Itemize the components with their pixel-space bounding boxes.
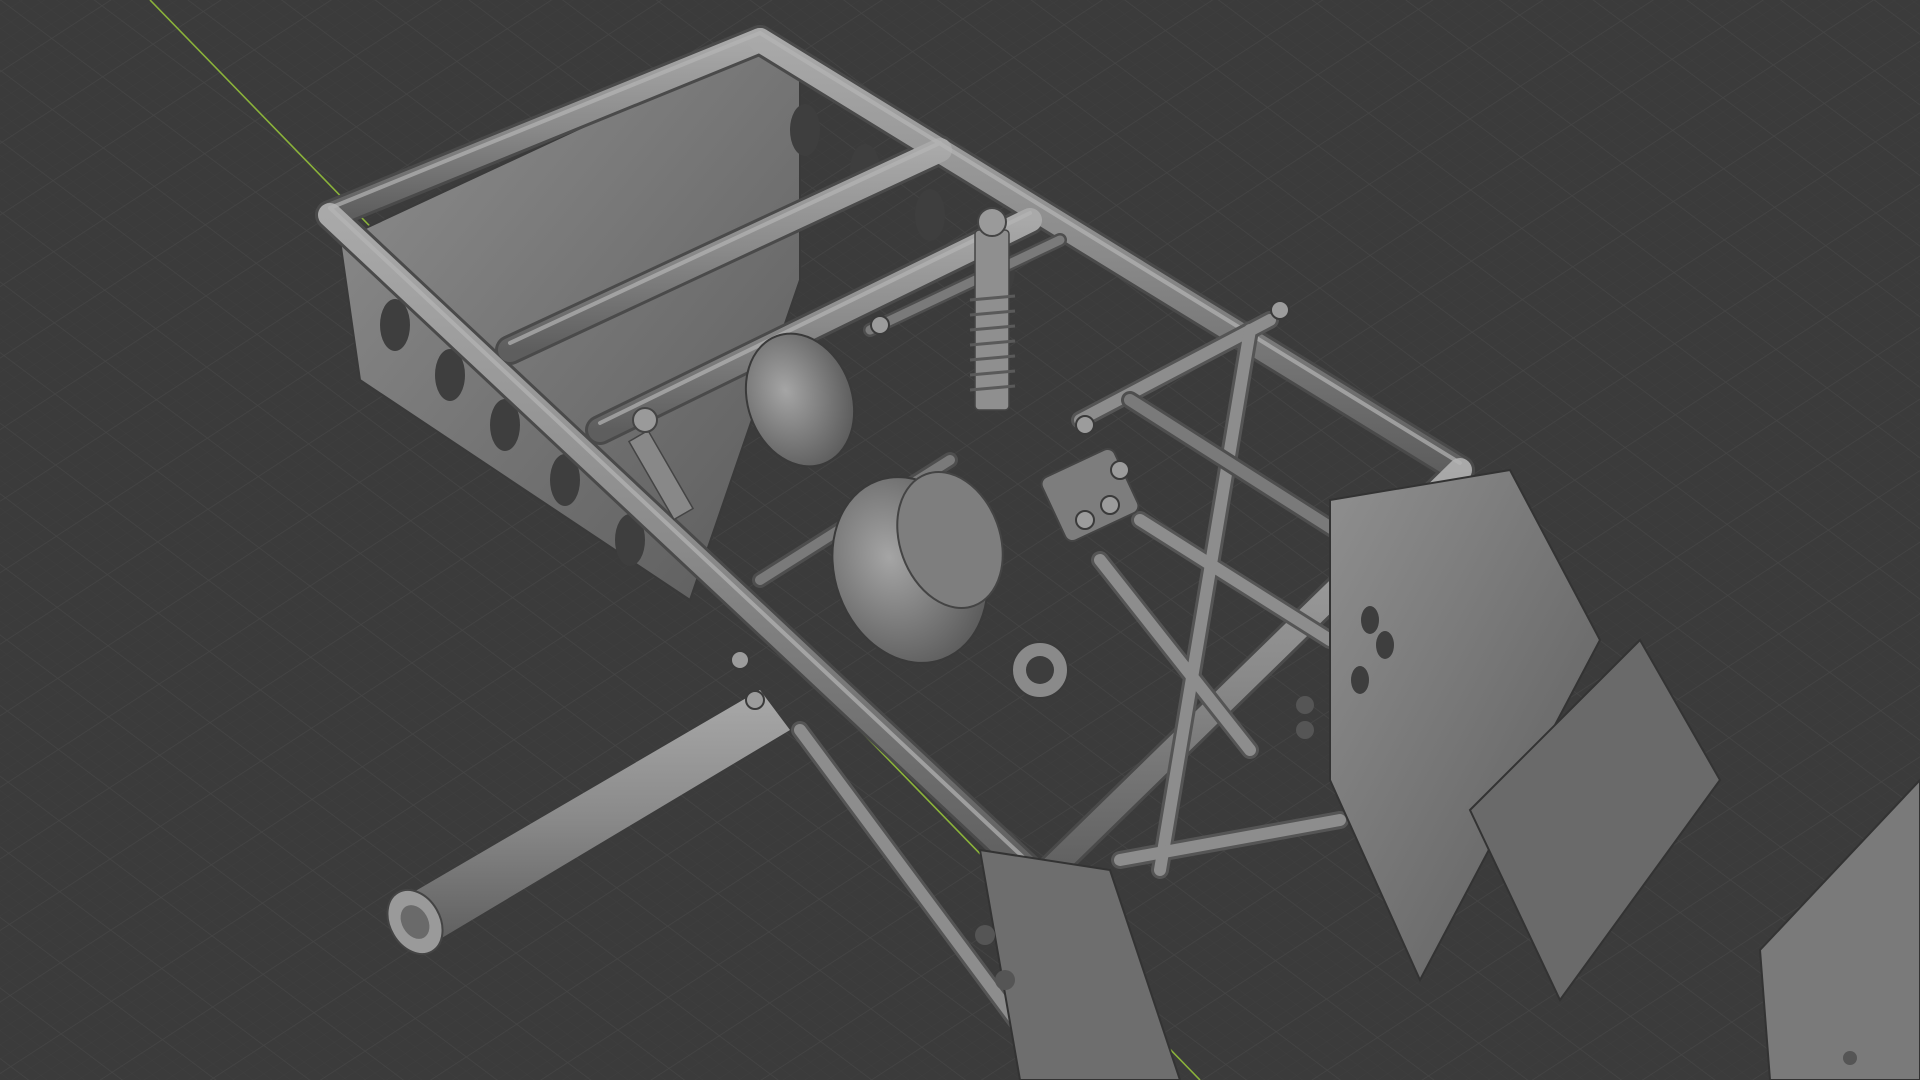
coilover-shock-right[interactable]: [969, 207, 1016, 411]
3d-viewport[interactable]: [0, 0, 1920, 1080]
viewport-canvas[interactable]: [0, 0, 1920, 1080]
